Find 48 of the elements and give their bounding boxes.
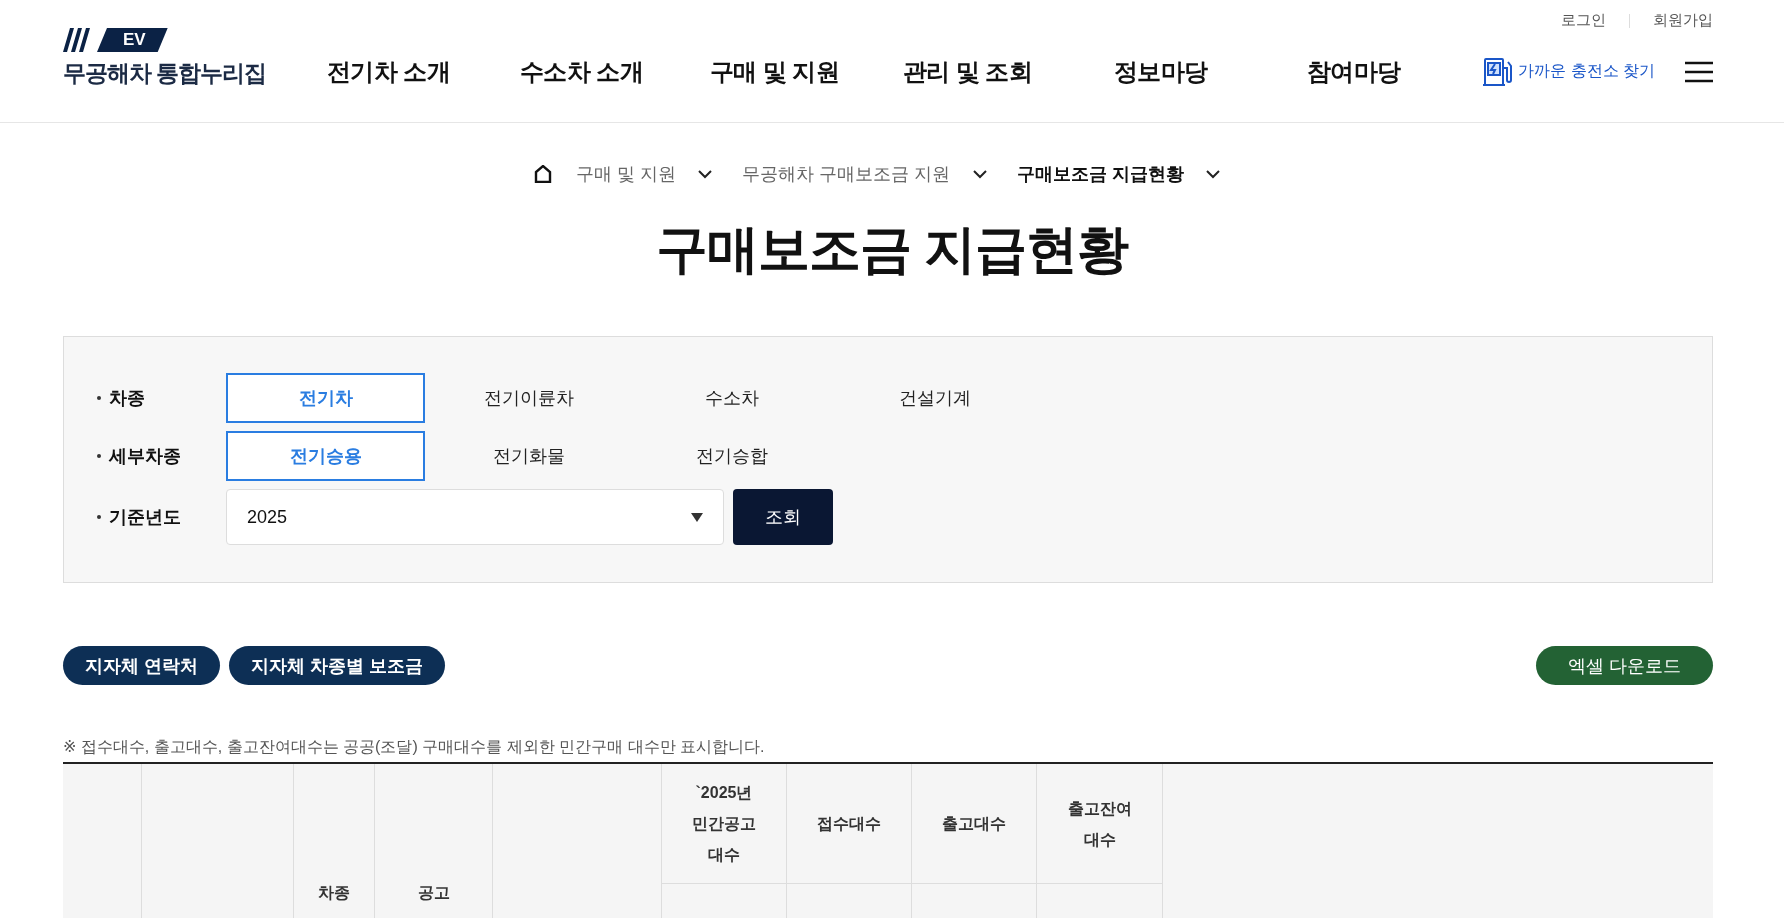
breadcrumb-link[interactable]: 구매보조금 지급현황 (1016, 162, 1184, 186)
option-button[interactable]: 건설기계 (835, 373, 1034, 423)
dropdown-arrow-icon (691, 512, 703, 522)
filter-label: 기준년도 (109, 506, 181, 529)
action-button[interactable]: 지자체 연락처 (63, 646, 220, 685)
column-header: 공고 (375, 764, 493, 918)
chevron-down-icon[interactable] (972, 169, 987, 179)
option-button[interactable]: 전기이륜차 (429, 373, 628, 423)
action-button[interactable]: 지자체 차종별 보조금 (229, 646, 446, 685)
top-link[interactable]: 로그인 (1538, 11, 1629, 30)
nav-item[interactable]: 구매 및 지원 (678, 55, 871, 88)
option-button[interactable]: 전기승합 (632, 431, 831, 481)
home-icon[interactable] (534, 165, 553, 183)
search-button[interactable]: 조회 (733, 489, 833, 545)
page-title: 구매보조금 지급현황 (654, 219, 1130, 280)
nav-item[interactable]: 참여마당 (1257, 55, 1450, 88)
notice-text: ※ 접수대수, 출고대수, 출고잔여대수는 공공(조달) 구매대수를 제외한 민간구매 대수만 표시합니다. (63, 737, 766, 757)
bullet-icon (97, 515, 101, 519)
bullet-icon (97, 454, 101, 458)
column-header: 출고잔여 대수 (1037, 764, 1163, 884)
site-logo-text[interactable]: 무공해차 통합누리집 (63, 58, 292, 89)
filter-label: 차종 (109, 387, 145, 410)
option-button[interactable]: 전기차 (226, 373, 425, 423)
charging-station-icon (1482, 55, 1515, 88)
menu-icon[interactable] (1685, 60, 1713, 83)
option-button[interactable]: 전기화물 (429, 431, 628, 481)
filter-label: 세부차종 (109, 445, 181, 468)
charger-link[interactable]: 가까운 충전소 찾기 (1482, 55, 1655, 88)
column-header: 출고대수 (912, 764, 1037, 884)
chevron-down-icon[interactable] (698, 169, 713, 179)
option-button[interactable]: 수소차 (632, 373, 831, 423)
nav-item[interactable]: 정보마당 (1064, 55, 1257, 88)
nav-item[interactable]: 관리 및 조회 (871, 55, 1064, 88)
logo-badge: EV (97, 28, 168, 52)
column-header: 차종 (294, 764, 375, 918)
nav-item[interactable]: 전기차 소개 (292, 55, 485, 88)
column-header: `2025년 민간공고 대수 (662, 764, 787, 884)
nav-item[interactable]: 수소차 소개 (485, 55, 678, 88)
year-select[interactable]: 2025 (226, 489, 724, 545)
breadcrumb-link[interactable]: 구매 및 지원 (576, 162, 677, 186)
option-button[interactable]: 전기승용 (226, 431, 425, 481)
top-link[interactable]: 회원가입 (1630, 11, 1713, 30)
chevron-down-icon[interactable] (1205, 169, 1220, 179)
bullet-icon (97, 396, 101, 400)
excel-download-button[interactable]: 엑셀 다운로드 (1536, 646, 1713, 685)
column-header: 접수대수 (787, 764, 912, 884)
stripes-icon (63, 28, 93, 52)
breadcrumb-link[interactable]: 무공해차 구매보조금 지원 (742, 162, 951, 186)
